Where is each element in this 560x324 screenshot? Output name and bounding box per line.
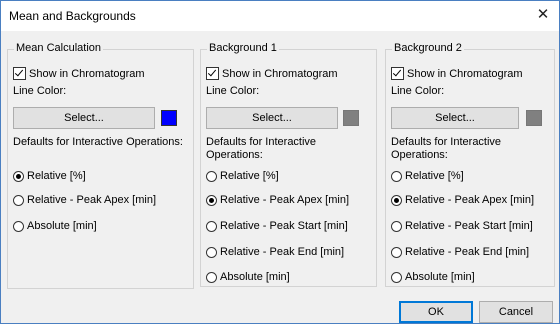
radio-icon[interactable] xyxy=(391,271,402,283)
checkbox-label: Show in Chromatogram xyxy=(29,67,145,80)
defaults-label: Defaults for Interactive Operations: xyxy=(391,136,502,161)
checkbox-checked-icon[interactable] xyxy=(206,67,219,80)
radio-selected-icon[interactable] xyxy=(13,170,24,182)
show-in-chromatogram-checkbox[interactable]: Show in Chromatogram xyxy=(13,67,145,80)
select-color-button[interactable]: Select... xyxy=(13,107,155,129)
close-icon[interactable]: ✕ xyxy=(531,4,555,26)
mean-calculation-group: Mean Calculation Show in Chromatogram Li… xyxy=(7,42,194,289)
radio-label: Relative - Peak Start [min] xyxy=(220,220,348,232)
radio-label: Absolute [min] xyxy=(405,271,475,283)
line-color-label: Line Color: xyxy=(13,85,67,97)
radio-icon[interactable] xyxy=(391,170,402,182)
radio-label: Absolute [min] xyxy=(220,271,290,283)
group-legend: Background 1 xyxy=(207,42,279,54)
show-in-chromatogram-checkbox[interactable]: Show in Chromatogram xyxy=(391,67,523,80)
radio-icon[interactable] xyxy=(206,271,217,283)
radio-label: Relative - Peak Apex [min] xyxy=(220,194,350,206)
radio-label: Relative - Peak Start [min] xyxy=(405,220,533,232)
show-in-chromatogram-checkbox[interactable]: Show in Chromatogram xyxy=(206,67,338,80)
radio-relative-percent[interactable]: Relative [%] xyxy=(206,170,279,182)
cancel-button[interactable]: Cancel xyxy=(479,301,553,323)
title-bar: Mean and Backgrounds ✕ xyxy=(1,1,559,31)
radio-relative-peak-end[interactable]: Relative - Peak End [min] xyxy=(206,246,344,258)
radio-icon[interactable] xyxy=(13,194,24,206)
ok-button[interactable]: OK xyxy=(399,301,473,323)
radio-icon[interactable] xyxy=(391,220,402,232)
radio-relative-percent[interactable]: Relative [%] xyxy=(391,170,464,182)
line-color-swatch[interactable] xyxy=(526,110,542,126)
line-color-swatch[interactable] xyxy=(161,110,177,126)
line-color-label: Line Color: xyxy=(391,85,445,97)
radio-absolute[interactable]: Absolute [min] xyxy=(13,220,97,232)
checkbox-checked-icon[interactable] xyxy=(391,67,404,80)
radio-relative-peak-start[interactable]: Relative - Peak Start [min] xyxy=(206,220,348,232)
radio-relative-peak-end[interactable]: Relative - Peak End [min] xyxy=(391,246,529,258)
radio-selected-icon[interactable] xyxy=(391,194,402,206)
group-legend: Mean Calculation xyxy=(14,42,103,54)
radio-icon[interactable] xyxy=(391,246,402,258)
radio-selected-icon[interactable] xyxy=(206,194,217,206)
radio-label: Relative - Peak End [min] xyxy=(220,246,345,258)
group-legend: Background 2 xyxy=(392,42,464,54)
line-color-label: Line Color: xyxy=(206,85,260,97)
checkbox-checked-icon[interactable] xyxy=(13,67,26,80)
radio-relative-peak-apex[interactable]: Relative - Peak Apex [min] xyxy=(391,194,534,206)
radio-absolute[interactable]: Absolute [min] xyxy=(391,271,475,283)
defaults-label: Defaults for Interactive Operations: xyxy=(206,136,317,161)
radio-absolute[interactable]: Absolute [min] xyxy=(206,271,290,283)
radio-label: Relative - Peak End [min] xyxy=(405,246,530,258)
radio-label: Relative [%] xyxy=(405,170,464,182)
dialog-title: Mean and Backgrounds xyxy=(9,9,136,23)
dialog-window: Mean and Backgrounds ✕ Mean Calculation … xyxy=(0,0,560,324)
radio-label: Relative - Peak Apex [min] xyxy=(27,194,157,206)
radio-relative-peak-start[interactable]: Relative - Peak Start [min] xyxy=(391,220,533,232)
radio-relative-peak-apex[interactable]: Relative - Peak Apex [min] xyxy=(13,194,156,206)
line-color-swatch[interactable] xyxy=(343,110,359,126)
radio-icon[interactable] xyxy=(206,170,217,182)
background-1-group: Background 1 Show in Chromatogram Line C… xyxy=(200,42,377,287)
radio-label: Relative - Peak Apex [min] xyxy=(405,194,535,206)
radio-relative-percent[interactable]: Relative [%] xyxy=(13,170,86,182)
checkbox-label: Show in Chromatogram xyxy=(222,67,338,80)
radio-icon[interactable] xyxy=(13,220,24,232)
radio-icon[interactable] xyxy=(206,246,217,258)
radio-icon[interactable] xyxy=(206,220,217,232)
radio-relative-peak-apex[interactable]: Relative - Peak Apex [min] xyxy=(206,194,349,206)
select-color-button[interactable]: Select... xyxy=(391,107,519,129)
radio-label: Absolute [min] xyxy=(27,220,97,232)
background-2-group: Background 2 Show in Chromatogram Line C… xyxy=(385,42,555,287)
defaults-label: Defaults for Interactive Operations: xyxy=(13,136,183,148)
radio-label: Relative [%] xyxy=(27,170,86,182)
select-color-button[interactable]: Select... xyxy=(206,107,338,129)
checkbox-label: Show in Chromatogram xyxy=(407,67,523,80)
radio-label: Relative [%] xyxy=(220,170,279,182)
